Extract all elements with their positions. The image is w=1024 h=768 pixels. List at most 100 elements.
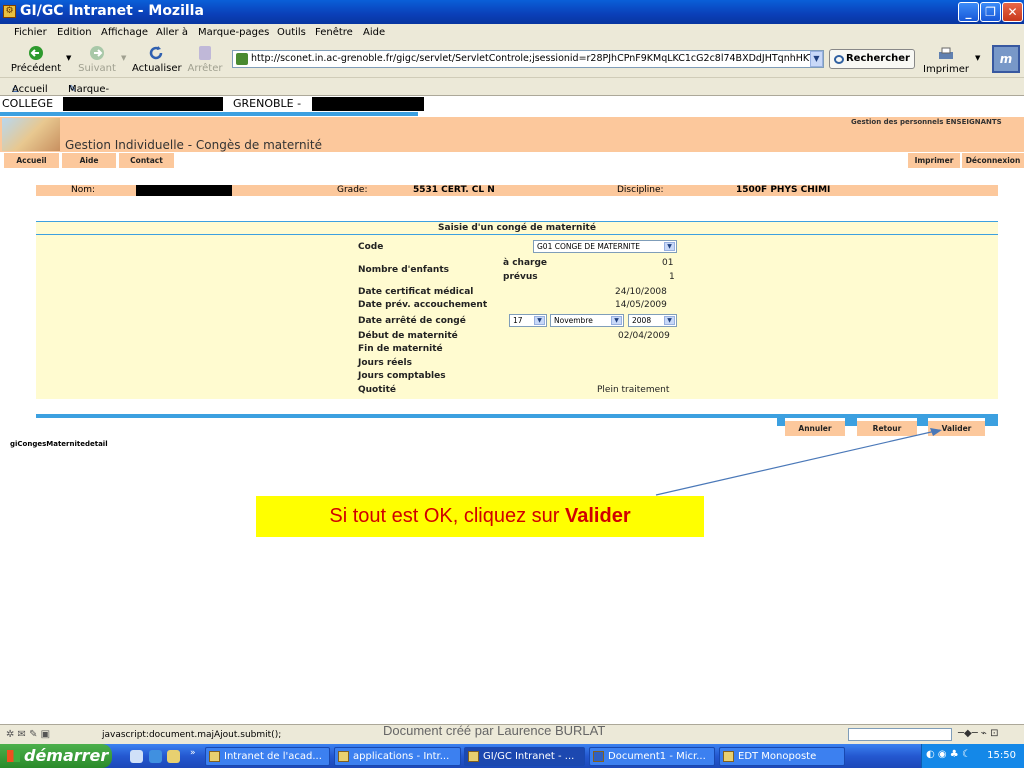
- bookmarks-bar: ⌂ Accueil ✎Marque-pages: [0, 78, 1024, 106]
- menu-fichier[interactable]: Fichier: [14, 27, 47, 38]
- day-select[interactable]: 17 ▼: [509, 314, 547, 327]
- code-select[interactable]: G01 CONGE DE MATERNITE ▼: [533, 240, 677, 253]
- task-gigc[interactable]: GI/GC Intranet - ...: [464, 747, 585, 766]
- grade-label: Grade:: [337, 185, 368, 195]
- menu-fenetre[interactable]: Fenêtre: [315, 27, 353, 38]
- instruction-callout: Si tout est OK, cliquez sur Valider: [256, 496, 704, 537]
- task-document1[interactable]: Document1 - Micr...: [589, 747, 715, 766]
- quotite-value: Plein traitement: [597, 385, 670, 395]
- tab-accueil[interactable]: Accueil: [4, 153, 59, 168]
- accouchement-value: 14/05/2009: [615, 300, 667, 310]
- a-charge-label: à charge: [503, 258, 548, 268]
- agent-info-bar: Nom: Grade: 5531 CERT. CL N Discipline: …: [36, 185, 998, 196]
- menu-bar: Fichier Edition Affichage Aller à Marque…: [0, 24, 1024, 42]
- quotite-label: Quotité: [358, 385, 397, 395]
- button-edge: [985, 418, 998, 426]
- throbber-icon[interactable]: m: [992, 45, 1020, 73]
- top-divider: [0, 112, 418, 116]
- app-icon: ⚙: [3, 5, 16, 18]
- debut-label: Début de maternité: [358, 331, 458, 341]
- app-icon: [723, 751, 734, 762]
- back-dropdown-icon[interactable]: ▼: [66, 54, 71, 62]
- minimize-button[interactable]: _: [958, 2, 979, 22]
- discipline-label: Discipline:: [617, 185, 664, 195]
- printer-icon: [939, 47, 953, 59]
- year-select[interactable]: 2008 ▼: [628, 314, 677, 327]
- search-button[interactable]: Rechercher: [829, 49, 915, 69]
- tab-contact[interactable]: Contact: [119, 153, 174, 168]
- chevron-right-icon[interactable]: »: [190, 748, 196, 758]
- menu-aide[interactable]: Aide: [363, 27, 385, 38]
- word-icon: [593, 751, 604, 762]
- connection-icon: ─◆─ ⌁ ⊡: [958, 728, 999, 739]
- status-icons: ✲ ✉ ✎ ▣: [6, 729, 51, 740]
- callout-arrow: [655, 428, 942, 496]
- back-arrow-icon: [29, 46, 43, 60]
- print-dropdown-icon[interactable]: ▼: [975, 54, 980, 62]
- back-button[interactable]: Précédent: [10, 45, 62, 74]
- tab-aide[interactable]: Aide: [62, 153, 116, 168]
- menu-affichage[interactable]: Affichage: [101, 27, 148, 38]
- mozilla-icon: [209, 751, 220, 762]
- jours-comptables-label: Jours comptables: [358, 371, 446, 381]
- window-titlebar: ⚙ GI/GC Intranet - Mozilla _ ❐ ✕: [0, 0, 1024, 24]
- stop-icon: [199, 46, 211, 60]
- url-input[interactable]: http://sconet.in.ac-grenoble.fr/gigc/ser…: [232, 50, 824, 68]
- redacted-city-name: [312, 97, 424, 111]
- start-button[interactable]: démarrer: [0, 744, 112, 768]
- search-icon: [834, 55, 844, 64]
- nom-label: Nom:: [71, 185, 96, 195]
- accouchement-label: Date prév. accouchement: [358, 300, 488, 310]
- status-progress-field: [848, 728, 952, 741]
- a-charge-value: 01: [662, 258, 674, 268]
- redacted-college-name: [63, 97, 223, 111]
- maximize-button[interactable]: ❐: [980, 2, 1001, 22]
- tab-deconnexion[interactable]: Déconnexion: [962, 153, 1024, 168]
- window-title: GI/GC Intranet - Mozilla: [20, 3, 204, 19]
- forward-button[interactable]: Suivant: [76, 45, 118, 74]
- header-subtitle: Gestion des personnels ENSEIGNANTS: [851, 118, 1002, 126]
- url-dropdown-icon[interactable]: ▼: [810, 51, 823, 67]
- tab-imprimer[interactable]: Imprimer: [908, 153, 960, 168]
- page-title: Gestion Individuelle - Congès de materni…: [65, 138, 322, 152]
- task-intranet[interactable]: Intranet de l'acad...: [205, 747, 330, 766]
- page-code: giCongesMaternitedetail: [10, 440, 108, 448]
- page-icon: [236, 53, 248, 65]
- clock: 15:50: [987, 750, 1016, 761]
- menu-outils[interactable]: Outils: [277, 27, 306, 38]
- forward-arrow-icon: [90, 46, 104, 60]
- stop-button[interactable]: Arrêter: [186, 45, 224, 74]
- redacted-nom: [136, 185, 232, 196]
- arrete-label: Date arrêté de congé: [358, 316, 466, 326]
- code-label: Code: [358, 242, 384, 252]
- document-credit: Document créé par Laurence BURLAT: [383, 723, 606, 738]
- menu-aller[interactable]: Aller à: [156, 27, 188, 38]
- task-applications[interactable]: applications - Intr...: [334, 747, 461, 766]
- close-button[interactable]: ✕: [1002, 2, 1023, 22]
- mozilla-icon: [338, 751, 349, 762]
- jours-reels-label: Jours réels: [358, 358, 412, 368]
- tray-icons[interactable]: ◐ ◉ ♣ ☾: [926, 749, 971, 760]
- month-select[interactable]: Novembre ▼: [550, 314, 624, 327]
- discipline-value: 1500F PHYS CHIMI: [736, 185, 831, 195]
- chevron-down-icon: ▼: [534, 316, 545, 325]
- chevron-down-icon: ▼: [611, 316, 622, 325]
- fin-label: Fin de maternité: [358, 344, 443, 354]
- menu-marque-pages[interactable]: Marque-pages: [198, 27, 269, 38]
- form-title: Saisie d'un congé de maternité: [36, 222, 998, 234]
- system-tray: ◐ ◉ ♣ ☾ 15:50: [921, 744, 1024, 768]
- enfants-label: Nombre d'enfants: [358, 265, 449, 275]
- ie-icon[interactable]: [149, 750, 162, 763]
- prevus-label: prévus: [503, 272, 538, 282]
- print-button[interactable]: Imprimer: [922, 46, 970, 75]
- explorer-icon[interactable]: [167, 750, 180, 763]
- certif-label: Date certificat médical: [358, 287, 474, 297]
- task-edt[interactable]: EDT Monoposte: [719, 747, 845, 766]
- header-image: [2, 118, 60, 151]
- prevus-value: 1: [669, 272, 675, 282]
- quicklaunch-icon[interactable]: [130, 750, 143, 763]
- reload-button[interactable]: Actualiser: [132, 45, 182, 74]
- menu-edition[interactable]: Edition: [57, 27, 92, 38]
- forward-dropdown-icon[interactable]: ▼: [121, 54, 126, 62]
- reload-icon: [149, 46, 163, 60]
